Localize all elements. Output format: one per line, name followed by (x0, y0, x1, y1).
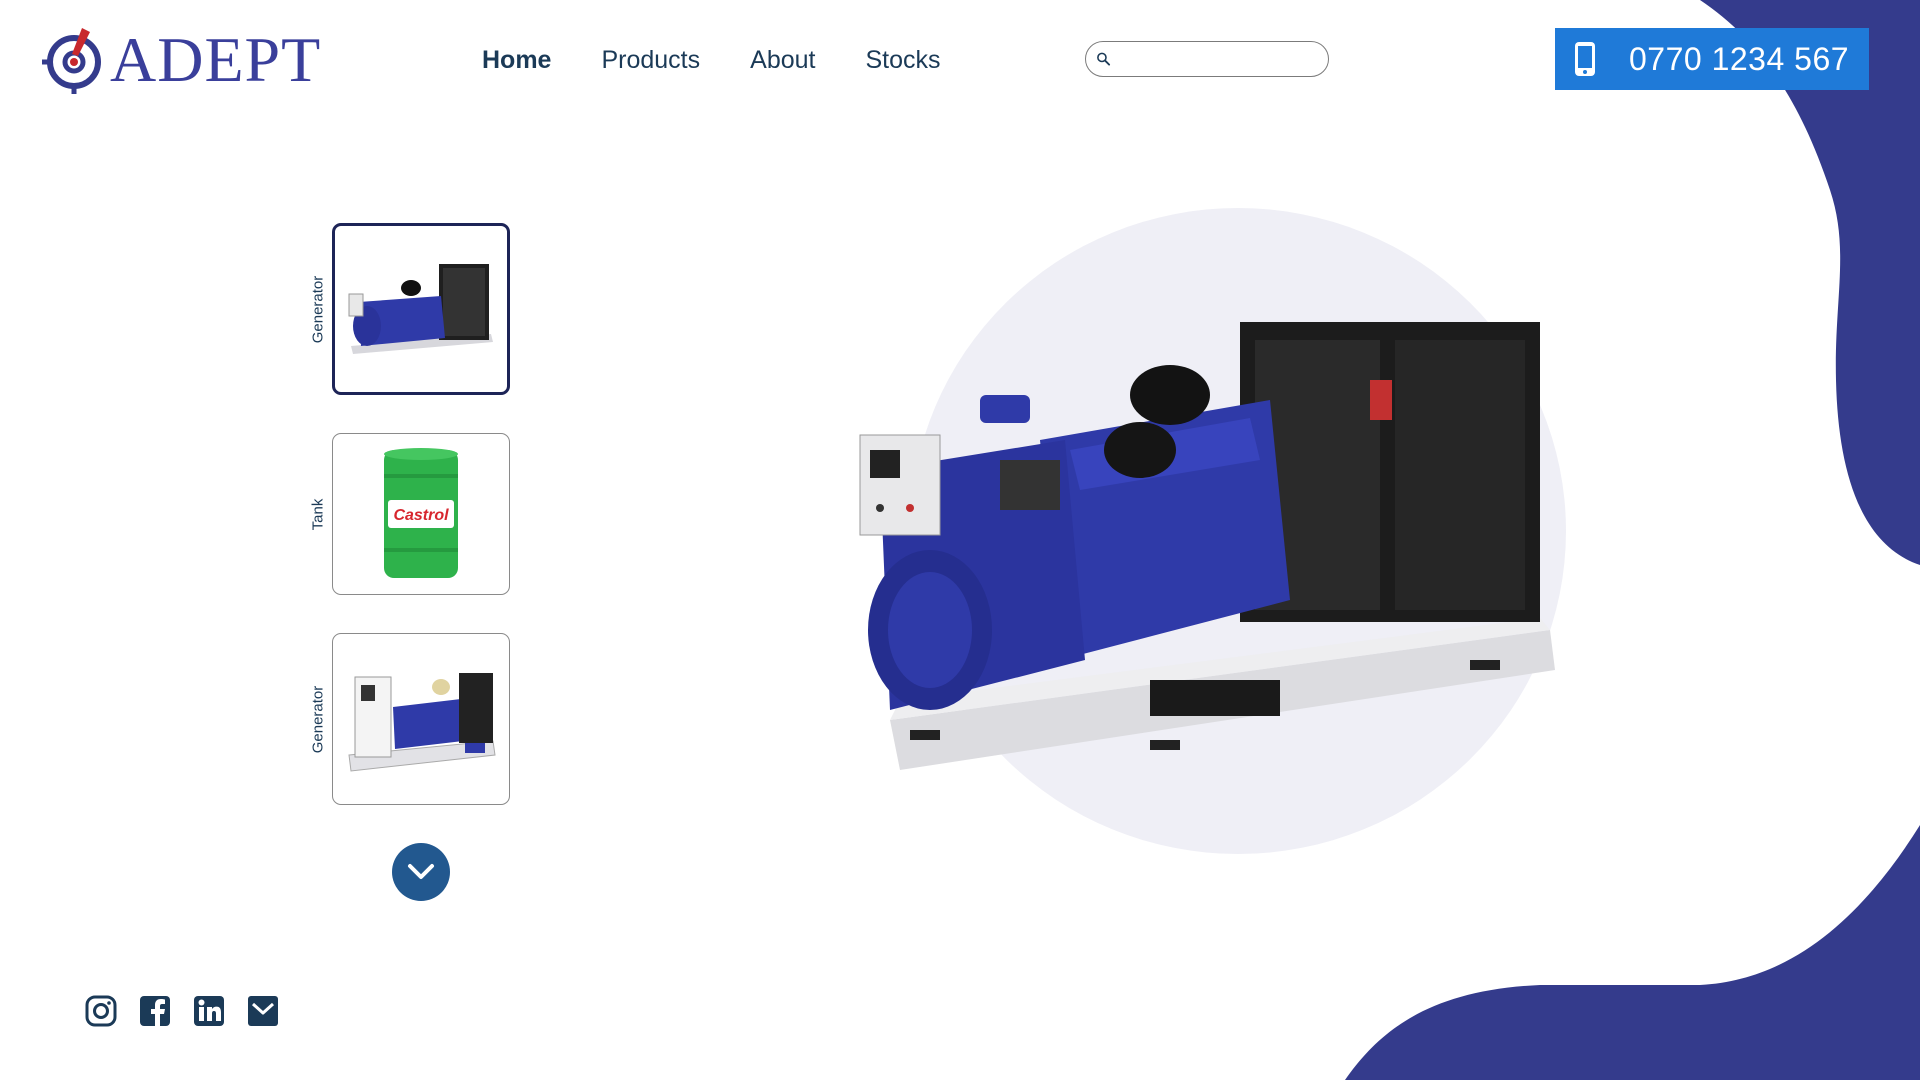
phone-call-button[interactable]: 0770 1234 567 (1555, 28, 1869, 90)
thumbnail-label: Generator (309, 275, 327, 343)
mobile-phone-icon (1575, 42, 1595, 76)
scroll-down-button[interactable] (392, 843, 450, 901)
nav-home[interactable]: Home (482, 46, 551, 75)
instagram-icon[interactable] (84, 994, 118, 1028)
chevron-down-icon (408, 864, 434, 879)
generator-blue-thumbnail-image (348, 264, 493, 354)
thumbnail-label: Tank (309, 498, 327, 530)
brand-logo[interactable]: ADEPT (38, 22, 321, 98)
thumbnail-generator-blue[interactable] (332, 223, 510, 395)
thumbnail-generator-white[interactable] (332, 633, 510, 805)
search-box (1085, 41, 1329, 77)
brand-name: ADEPT (110, 24, 322, 95)
main-nav: Home Products About Stocks (482, 46, 991, 75)
phone-number: 0770 1234 567 (1629, 40, 1850, 77)
svg-text:Castrol: Castrol (393, 507, 449, 524)
generator-white-thumbnail-image (348, 673, 496, 772)
search-input[interactable] (1117, 44, 1328, 74)
social-links (84, 994, 300, 1028)
thumbnail-castrol-drum[interactable]: Castrol (332, 433, 510, 595)
logo-target-icon (42, 28, 101, 94)
search-icon[interactable] (1096, 47, 1111, 71)
nav-about[interactable]: About (750, 46, 815, 75)
hero-generator-image (859, 322, 1555, 770)
linkedin-icon[interactable] (192, 994, 226, 1028)
castrol-drum-thumbnail-image: Castrol (384, 448, 458, 578)
facebook-icon[interactable] (138, 994, 172, 1028)
nav-stocks[interactable]: Stocks (865, 46, 940, 75)
mail-icon[interactable] (246, 994, 280, 1028)
nav-products[interactable]: Products (601, 46, 700, 75)
thumbnail-label: Generator (309, 685, 327, 753)
